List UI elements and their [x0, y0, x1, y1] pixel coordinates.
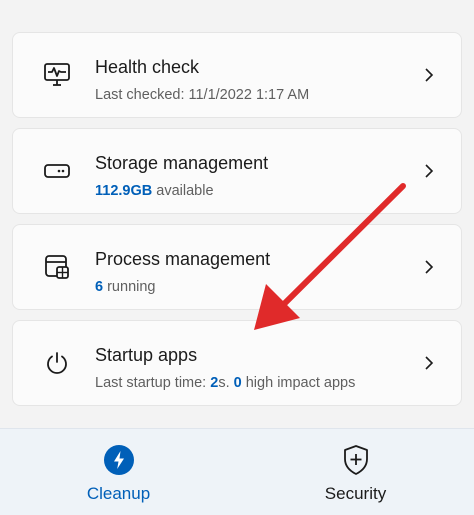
health-check-subtitle: Last checked: 11/1/2022 1:17 AM [95, 87, 309, 103]
process-running-label: running [103, 279, 156, 295]
tab-cleanup-label: Cleanup [86, 484, 151, 503]
storage-management-title: Storage management [95, 153, 269, 173]
chevron-right-icon [423, 67, 435, 83]
storage-management-card[interactable]: Storage management 112.9GB available [12, 128, 462, 214]
startup-time-label: Last startup time: [95, 375, 211, 391]
shield-plus-icon [339, 443, 373, 477]
startup-time-subtitle: Last startup time: 2s. 0 high impact app… [95, 375, 355, 391]
startup-apps-title: Startup apps [95, 345, 198, 365]
chevron-right-icon [423, 163, 435, 179]
tab-cleanup[interactable]: Cleanup [0, 429, 237, 515]
chevron-right-icon [423, 259, 435, 275]
process-window-icon [41, 251, 73, 283]
high-impact-count: 0 [233, 375, 242, 391]
chevron-right-icon [423, 355, 435, 371]
process-running-subtitle: 6 running [95, 279, 155, 295]
health-monitor-icon [41, 59, 73, 91]
storage-available-label: available [152, 183, 214, 199]
cleanup-lightning-icon [102, 443, 136, 477]
process-management-title: Process management [95, 249, 271, 269]
process-running-count: 6 [95, 279, 104, 295]
storage-drive-icon [41, 155, 73, 187]
startup-apps-card[interactable]: Startup apps Last startup time: 2s. 0 hi… [12, 320, 462, 406]
high-impact-label: high impact apps [241, 375, 356, 391]
tab-security-label: Security [324, 484, 387, 503]
power-icon [41, 347, 73, 379]
health-check-title: Health check [95, 57, 200, 77]
bottom-navigation: Cleanup Security [0, 428, 474, 515]
startup-time-unit: s. [218, 375, 234, 391]
tab-security[interactable]: Security [237, 429, 474, 515]
storage-available-subtitle: 112.9GB available [95, 183, 214, 199]
storage-available-value: 112.9GB [95, 183, 153, 199]
last-checked-text: Last checked: 11/1/2022 1:17 AM [95, 87, 310, 103]
health-check-card[interactable]: Health check Last checked: 11/1/2022 1:1… [12, 32, 462, 118]
process-management-card[interactable]: Process management 6 running [12, 224, 462, 310]
